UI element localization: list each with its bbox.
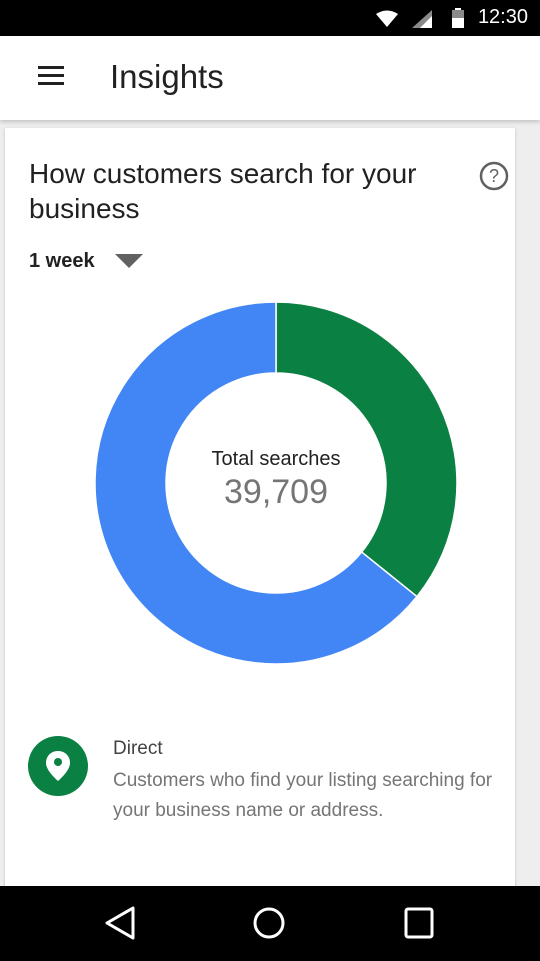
- content-area: How customers search for your business ?…: [0, 120, 540, 898]
- page-title: Insights: [110, 58, 224, 95]
- status-time: 12:30: [477, 6, 528, 28]
- time-range-value: 1 week: [29, 250, 95, 272]
- status-bar: 12:30: [0, 0, 540, 36]
- card-title: How customers search for your business: [29, 158, 417, 224]
- donut-center: Total searches 39,709: [176, 448, 376, 512]
- navigation-bar: [0, 886, 540, 961]
- total-searches-value: 39,709: [224, 473, 328, 511]
- wifi-icon: [376, 10, 398, 27]
- search-insights-card: How customers search for your business ?…: [5, 128, 515, 898]
- legend-title: Direct: [113, 738, 163, 759]
- home-icon[interactable]: [252, 906, 286, 940]
- location-pin-icon: [46, 751, 70, 781]
- svg-text:?: ?: [489, 166, 499, 186]
- total-searches-label: Total searches: [211, 448, 341, 470]
- help-circle-icon[interactable]: ?: [478, 160, 510, 192]
- signal-icon: [412, 10, 432, 28]
- time-range-dropdown[interactable]: 1 week: [29, 246, 159, 276]
- direct-legend-badge: [28, 736, 88, 796]
- back-icon[interactable]: [104, 906, 136, 940]
- recents-icon[interactable]: [403, 906, 435, 940]
- battery-icon: [452, 8, 464, 28]
- dropdown-triangle-icon: [115, 254, 143, 268]
- app-bar: Insights: [0, 36, 540, 120]
- legend-description: Customers who find your listing searchin…: [113, 770, 493, 821]
- hamburger-menu-icon[interactable]: [38, 66, 64, 86]
